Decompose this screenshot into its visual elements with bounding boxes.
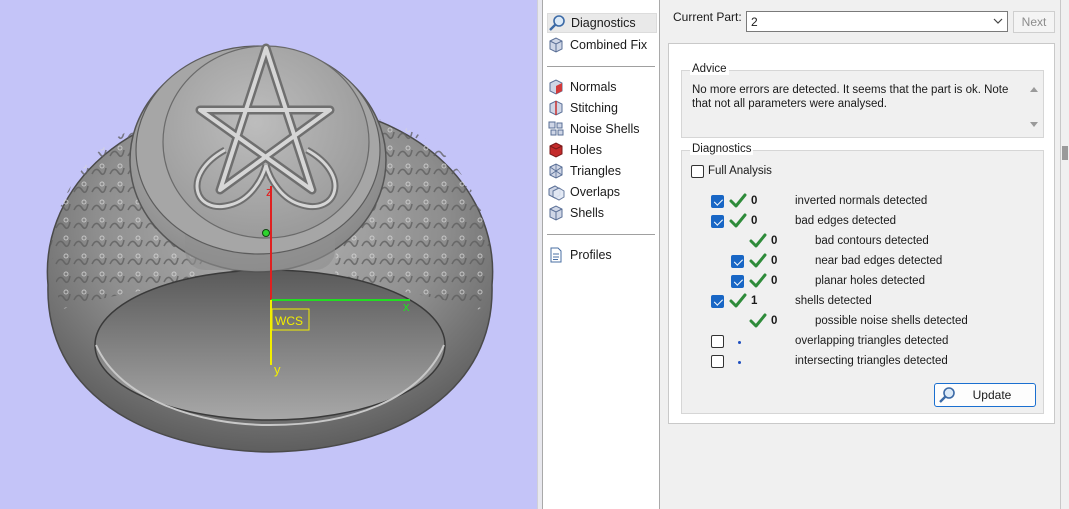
near-bad-edges-count: 0 [771, 255, 778, 267]
nav-item-holes[interactable]: Holes [547, 140, 602, 160]
current-part-select[interactable]: 2 [746, 11, 1008, 32]
stitching-cube-icon [549, 100, 563, 116]
nav-item-label: Normals [570, 80, 617, 94]
current-part-value: 2 [751, 14, 758, 29]
nav-item-label: Overlaps [570, 185, 621, 199]
origin-marker [262, 229, 270, 237]
bad-edges-checkbox[interactable] [711, 215, 724, 228]
pending-dot-icon [738, 341, 741, 344]
chevron-down-icon [993, 18, 1003, 24]
full-analysis-checkbox[interactable] [691, 165, 704, 178]
inverted-normals-checkbox[interactable] [711, 195, 724, 208]
update-label: Update [972, 388, 1012, 402]
nav-item-stitching[interactable]: Stitching [547, 98, 618, 118]
intersecting-triangles-label: intersecting triangles detected [795, 355, 948, 367]
shells-checkbox[interactable] [711, 295, 724, 308]
y-axis-label: y [274, 362, 281, 377]
nav-item-overlaps[interactable]: Overlaps [547, 182, 620, 202]
scrollbar-thumb[interactable] [1062, 146, 1068, 160]
overlaps-icon [548, 185, 565, 201]
bad-edges-count: 0 [751, 215, 758, 227]
bad-contours-label: bad contours detected [815, 235, 929, 247]
ok-check-icon [749, 233, 767, 248]
inverted-normals-count: 0 [751, 195, 758, 207]
near-bad-edges-checkbox[interactable] [731, 255, 744, 268]
nav-item-label: Profiles [570, 248, 612, 262]
ok-check-icon [749, 313, 767, 328]
nav-item-noise-shells[interactable]: Noise Shells [547, 119, 639, 139]
diagnostics-frame: Advice No more errors are detected. It s… [668, 43, 1055, 424]
fix-wizard-nav: Diagnostics Combined Fix Normals Stitchi… [542, 0, 660, 509]
nav-item-label: Shells [570, 206, 605, 220]
holes-cube-icon [549, 142, 563, 158]
shells-icon [549, 205, 563, 221]
nav-item-normals[interactable]: Normals [547, 77, 617, 97]
ok-check-icon [729, 213, 747, 228]
panel-scrollbar[interactable] [1060, 0, 1069, 509]
nav-divider [547, 66, 655, 67]
noise-shells-label: possible noise shells detected [815, 315, 968, 327]
cube-icon [549, 37, 563, 53]
advice-scrollbar[interactable] [1029, 85, 1039, 129]
ok-check-icon [749, 253, 767, 268]
ring-model-render[interactable]: z x y WCS [0, 0, 537, 509]
nav-item-label: Diagnostics [571, 16, 636, 30]
triangles-icon [549, 163, 563, 179]
pending-dot-icon [738, 361, 741, 364]
nav-item-shells[interactable]: Shells [547, 203, 604, 223]
ok-check-icon [729, 293, 747, 308]
nav-item-triangles[interactable]: Triangles [547, 161, 621, 181]
ok-check-icon [729, 193, 747, 208]
nav-item-diagnostics[interactable]: Diagnostics [547, 13, 657, 33]
shells-count: 1 [751, 295, 758, 307]
full-analysis-label: Full Analysis [708, 165, 772, 177]
advice-group: Advice No more errors are detected. It s… [681, 63, 1044, 138]
normals-cube-icon [549, 79, 563, 95]
noise-shells-count: 0 [771, 315, 778, 327]
z-axis-label: z [266, 184, 273, 199]
nav-item-label: Combined Fix [570, 38, 648, 52]
nav-item-label: Triangles [570, 164, 621, 178]
advice-text: No more errors are detected. It seems th… [692, 84, 1009, 110]
nav-item-combined-fix[interactable]: Combined Fix [547, 35, 647, 55]
nav-item-label: Stitching [570, 101, 618, 115]
bad-contours-count: 0 [771, 235, 778, 247]
x-axis-label: x [403, 299, 410, 314]
next-button[interactable]: Next [1013, 11, 1055, 33]
current-part-label: Current Part: [673, 10, 742, 24]
intersecting-triangles-checkbox[interactable] [711, 355, 724, 368]
diagnostics-panel: Current Part: 2 Next Advice No more erro… [660, 0, 1069, 509]
inverted-normals-label: inverted normals detected [795, 195, 928, 207]
planar-holes-checkbox[interactable] [731, 275, 744, 288]
update-button[interactable]: Update [934, 383, 1036, 407]
ok-check-icon [749, 273, 767, 288]
magnifier-icon [549, 15, 565, 31]
nav-divider [547, 234, 655, 235]
overlapping-triangles-label: overlapping triangles detected [795, 335, 949, 347]
wcs-label: WCS [275, 314, 303, 328]
diagnostics-title: Diagnostics [690, 143, 754, 155]
planar-holes-count: 0 [771, 275, 778, 287]
nav-item-profiles[interactable]: Profiles [547, 245, 612, 265]
bad-edges-label: bad edges detected [795, 215, 897, 227]
shells-label: shells detected [795, 295, 872, 307]
overlapping-triangles-checkbox[interactable] [711, 335, 724, 348]
document-icon [550, 247, 562, 263]
nav-item-label: Noise Shells [570, 122, 640, 136]
advice-title: Advice [690, 63, 729, 75]
near-bad-edges-label: near bad edges detected [815, 255, 943, 267]
3d-viewport[interactable]: z x y WCS [0, 0, 537, 509]
planar-holes-label: planar holes detected [815, 275, 925, 287]
nav-item-label: Holes [570, 143, 602, 157]
noise-shells-icon [548, 121, 564, 136]
diagnostics-group: Diagnostics Full Analysis 0 inverted nor… [681, 143, 1044, 414]
